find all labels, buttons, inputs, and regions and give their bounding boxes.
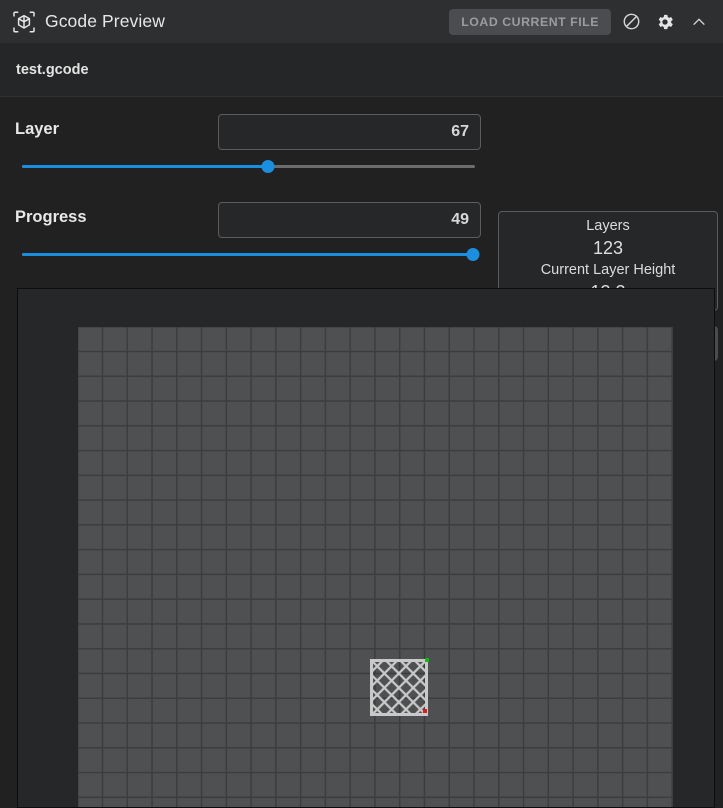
layer-slider-fill: [22, 165, 268, 168]
print-bed-grid: [78, 327, 673, 808]
progress-slider-fill: [22, 253, 473, 256]
start-marker: [425, 658, 429, 662]
layer-label: Layer: [15, 120, 59, 139]
layer-slider-thumb[interactable]: [261, 160, 274, 173]
progress-slider[interactable]: [22, 246, 475, 262]
titlebar: Gcode Preview LOAD CURRENT FILE: [0, 0, 723, 43]
current-layer-height-caption: Current Layer Height: [541, 261, 676, 280]
layers-value: 123: [593, 236, 623, 261]
layer-input[interactable]: [218, 114, 481, 150]
layer-slider[interactable]: [22, 158, 475, 174]
end-marker: [423, 709, 427, 713]
chevron-up-icon[interactable]: [685, 8, 713, 36]
cube-3d-icon: [12, 10, 36, 34]
load-current-file-button[interactable]: LOAD CURRENT FILE: [449, 9, 611, 35]
progress-input[interactable]: [218, 202, 481, 238]
perimeter-outline: [370, 659, 428, 716]
filename-label: test.gcode: [16, 62, 89, 78]
block-icon[interactable]: [617, 8, 645, 36]
file-row: test.gcode: [0, 43, 723, 97]
gear-icon[interactable]: [651, 8, 679, 36]
app-title: Gcode Preview: [45, 11, 165, 32]
progress-slider-thumb[interactable]: [467, 248, 480, 261]
progress-label: Progress: [15, 208, 87, 227]
gcode-layer-model: [370, 659, 428, 716]
layers-caption: Layers: [586, 217, 630, 236]
controls-section: Layer Progress Layers 123 Current Layer …: [0, 98, 723, 280]
gcode-preview-canvas[interactable]: [17, 288, 715, 808]
